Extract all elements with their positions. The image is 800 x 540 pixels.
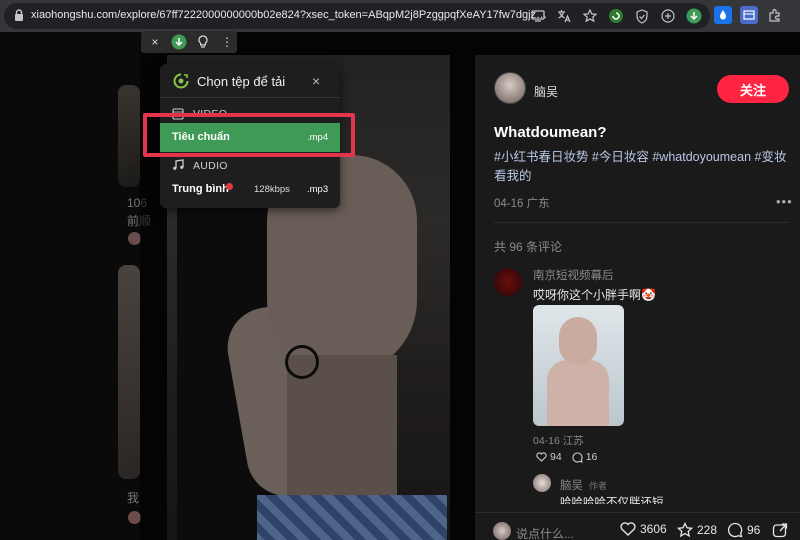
avatar[interactable]: [494, 72, 526, 104]
reply-text: 哈哈哈哈不仅胖还短: [560, 497, 664, 504]
lightbulb-icon[interactable]: [193, 32, 213, 52]
note-date: 04-16 广东: [494, 198, 550, 210]
close-icon[interactable]: ×: [145, 32, 165, 52]
translate-icon[interactable]: [554, 6, 574, 26]
note-tags[interactable]: #小红书春日妆势 #今日妆容 #whatdoyoumean #变妆看我的: [494, 148, 794, 186]
share-button[interactable]: [772, 522, 788, 538]
extension-toolbar: × ⋮: [141, 31, 237, 53]
chat-bubble-icon: [727, 522, 743, 538]
divider: [160, 97, 340, 98]
author-badge: 作者: [589, 481, 608, 491]
chat-bubble-icon: [572, 451, 583, 463]
more-icon[interactable]: [658, 6, 678, 26]
star-icon: [677, 522, 693, 538]
comment-like-button[interactable]: 94: [536, 451, 562, 463]
comment-button[interactable]: 96: [727, 522, 760, 538]
more-options-icon[interactable]: •••: [776, 194, 793, 209]
author-name[interactable]: 脑吴: [534, 83, 558, 100]
heart-icon: [620, 522, 636, 536]
divider: [494, 222, 790, 223]
star-icon[interactable]: [580, 6, 600, 26]
avatar[interactable]: [533, 474, 551, 492]
comment-text: 哎呀你这个小胖手啊🤡: [533, 288, 656, 302]
comment-image[interactable]: [533, 305, 624, 426]
note-title: Whatdoumean?: [494, 124, 607, 141]
browser-toolbar: xiaohongshu.com/explore/67ff722200000000…: [0, 0, 800, 32]
url-text[interactable]: xiaohongshu.com/explore/67ff722200000000…: [31, 9, 551, 21]
like-count: 3606: [640, 522, 667, 536]
comment-replies: 16: [585, 451, 598, 463]
screen-icon[interactable]: [740, 6, 758, 24]
comment-reply-button[interactable]: 16: [572, 451, 598, 463]
drop-icon[interactable]: [714, 6, 732, 24]
quality-badge-icon: [226, 183, 233, 190]
avatar: [493, 522, 511, 540]
install-app-icon[interactable]: [528, 6, 548, 26]
close-icon[interactable]: ×: [312, 73, 320, 89]
download-icon[interactable]: [169, 32, 189, 52]
lock-icon: [15, 9, 23, 21]
comment-likes: 94: [550, 451, 562, 463]
highlight-box: [143, 113, 355, 157]
follow-button[interactable]: 关注: [717, 75, 789, 103]
comment-meta: 04-16 江苏: [533, 435, 584, 447]
downloader-logo-icon: [173, 73, 189, 89]
like-button[interactable]: 3606: [620, 522, 667, 536]
comment-total: 96: [747, 523, 761, 537]
shield-icon[interactable]: [632, 6, 652, 26]
feed-card-title: 我: [127, 491, 140, 505]
extension-icon[interactable]: [606, 6, 626, 26]
menu-icon[interactable]: ⋮: [217, 32, 237, 52]
collect-button[interactable]: 228: [677, 522, 717, 538]
music-note-icon: [173, 159, 184, 170]
share-icon: [772, 523, 788, 538]
comment-stats: 94 16: [536, 451, 597, 463]
collect-count: 228: [697, 523, 718, 537]
popup-title: Chọn tệp để tải: [197, 74, 286, 89]
audio-section-label: AUDIO: [193, 160, 228, 172]
comment-user[interactable]: 南京短视频幕后: [533, 267, 614, 283]
comment-count: 共 96 条评论: [494, 240, 563, 254]
reply-user[interactable]: 脑吴: [560, 477, 583, 493]
feed-card[interactable]: [118, 265, 140, 479]
address-bar[interactable]: xiaohongshu.com/explore/67ff722200000000…: [4, 3, 710, 29]
option-format: .mp3: [307, 184, 329, 195]
puzzle-icon[interactable]: [766, 6, 784, 24]
option-bitrate: 128kbps: [254, 184, 290, 195]
download-icon[interactable]: [684, 6, 704, 26]
feed-card[interactable]: [118, 85, 140, 187]
option-label[interactable]: Trung bình: [172, 183, 229, 195]
heart-icon: [536, 452, 547, 462]
comment-input[interactable]: 说点什么...: [516, 525, 574, 540]
avatar[interactable]: [494, 268, 522, 296]
